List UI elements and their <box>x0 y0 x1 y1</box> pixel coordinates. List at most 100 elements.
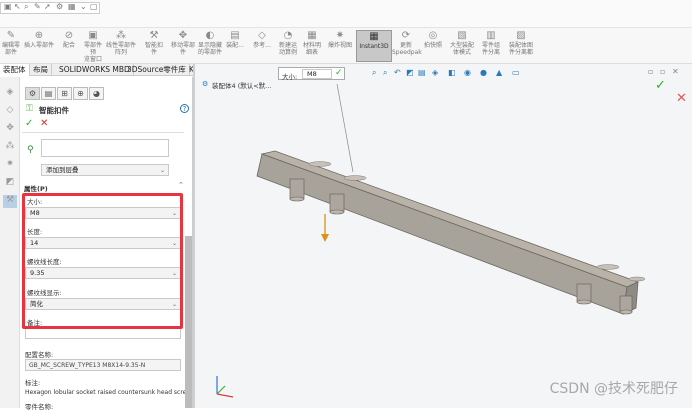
command-ribbon: ✎ 编辑零 部件 ⊕ 插入零部件 ⊘ 配合 ▣ 零部件预 览窗口 ⁂ 线性零部件阵列 ⚒ 智能扣件 ✥ 移动零… <box>0 28 692 64</box>
ribbon-button-4[interactable]: ⁂ 线性零部件阵列 <box>104 30 138 62</box>
config-field[interactable]: GB_MC_SCREW_TYPE13 M8X14-9.35-N <box>25 359 181 371</box>
pointer-icon[interactable]: ↖ <box>14 2 21 11</box>
ribbon-button-18[interactable]: ▨ 装配体图 件分离都 <box>506 30 536 62</box>
ribbon-icon: ▦ <box>369 31 379 42</box>
ribbon-button-8[interactable]: ▤ 装配... <box>222 30 248 62</box>
ok-button[interactable]: ✓ <box>25 118 33 129</box>
ribbon-button-1[interactable]: ⊕ 插入零部件 <box>22 30 56 62</box>
check-icon[interactable]: ✓ <box>335 68 343 78</box>
move-icon[interactable]: ✥ <box>3 123 17 136</box>
appearance-icon[interactable]: ● <box>480 68 487 77</box>
minimize-icon[interactable]: ▫ <box>648 67 653 76</box>
size-popup-label: 大小: <box>282 73 298 81</box>
ribbon-button-label: 零件组 <box>481 42 500 49</box>
ribbon-button-label: 装配体图 <box>508 42 533 49</box>
sketch-icon[interactable]: ✎ <box>34 2 41 11</box>
ribbon-button-12[interactable]: ✷ 爆炸视图 <box>326 30 354 62</box>
tab-layout[interactable]: 布局 <box>30 64 52 76</box>
tab-3dsource[interactable]: 3DSource零件库 <box>124 64 190 76</box>
cancel-button[interactable]: ✕ <box>40 118 48 129</box>
zoom-icon[interactable]: ⌕ <box>24 2 28 12</box>
ribbon-button-7[interactable]: ◐ 显示隐藏 的零部件 <box>198 30 222 62</box>
settings-icon[interactable]: ⚙ <box>56 2 63 11</box>
panel-title: 智能扣件 <box>39 106 69 115</box>
view-settings-icon[interactable]: ▭ <box>512 68 520 77</box>
restore-icon[interactable]: ▫ <box>660 67 665 76</box>
chevron-down-icon: ⌄ <box>159 167 165 174</box>
ribbon-button-2[interactable]: ⊘ 配合 <box>58 30 80 62</box>
close-icon[interactable]: ✕ <box>672 67 679 76</box>
ribbon-button-11[interactable]: ▦ 材料明 细表 <box>300 30 324 62</box>
feature-icon[interactable]: ◈ <box>3 87 17 100</box>
ribbon-button-5[interactable]: ⚒ 智能扣件 <box>140 30 168 62</box>
ribbon-button-0[interactable]: ✎ 编辑零 部件 <box>0 30 22 62</box>
pattern-icon[interactable]: ⁂ <box>3 141 17 154</box>
cancel-corner-icon[interactable]: ✕ <box>676 91 687 106</box>
note-input[interactable] <box>25 328 181 339</box>
graphics-viewport[interactable] <box>195 64 692 408</box>
help-icon[interactable]: ? <box>180 104 189 113</box>
ribbon-button-6[interactable]: ✥ 移动零部件 <box>170 30 196 62</box>
ribbon-icon: ▦ <box>307 30 317 41</box>
expand-icon[interactable]: ⌄ <box>80 2 87 11</box>
confirm-corner-icon[interactable]: ✓ <box>655 78 666 93</box>
ribbon-button-10[interactable]: ◔ 新建运 动算例 <box>276 30 300 62</box>
tab-property-manager[interactable]: ▤ <box>41 87 56 100</box>
scrollbar[interactable] <box>185 236 192 408</box>
ribbon-button-17[interactable]: ▥ 零件组 件分离 <box>478 30 504 62</box>
ribbon-button-label: 移动零部件 <box>170 42 195 56</box>
hide-show-icon[interactable]: ◉ <box>464 68 471 77</box>
ribbon-button-9[interactable]: ◇ 参考... <box>250 30 274 62</box>
ribbon-button-3[interactable]: ▣ 零部件预 览窗口 <box>82 30 104 63</box>
ribbon-icon: ▨ <box>516 30 526 41</box>
title-label: 标注: <box>25 379 41 387</box>
add-to-group-select[interactable]: 添加到层叠 ⌄ <box>41 164 169 176</box>
selection-box[interactable] <box>41 139 169 157</box>
ribbon-button-13[interactable]: ▦ Instant3D <box>356 30 392 62</box>
arrow-icon[interactable]: ➚ <box>44 2 51 11</box>
scene-icon[interactable]: ▲ <box>496 68 502 77</box>
ribbon-button-15[interactable]: ◎ 拍快照 <box>420 30 446 62</box>
property-manager-tabs: ⚙ ▤ ⊞ ⊕ ◕ <box>20 87 120 100</box>
explode-icon[interactable]: ✷ <box>3 159 17 172</box>
watermark: CSDN @技术死肥仔 <box>549 381 678 397</box>
size-popup-select[interactable]: M8 <box>302 69 332 79</box>
smart-fastener-icon[interactable]: ⚒ <box>3 195 17 208</box>
window-icon[interactable]: ▢ <box>90 2 98 11</box>
ribbon-icon: ✷ <box>335 30 345 41</box>
highlight-box <box>22 193 183 329</box>
tab-assembly[interactable]: 装配体 <box>0 64 30 76</box>
view-orientation-icon[interactable]: ◈ <box>432 68 438 77</box>
tab-dim-manager[interactable]: ⊕ <box>73 87 88 100</box>
ribbon-button-label: 新建运 <box>278 42 297 49</box>
lock-icon[interactable]: ▣ <box>4 2 12 11</box>
ribbon-icon: ▧ <box>457 30 467 41</box>
tab-config-manager[interactable]: ⊞ <box>57 87 72 100</box>
ribbon-button-label: 件分离 <box>481 49 500 56</box>
ribbon-button-label: 智能扣 <box>144 42 163 49</box>
ribbon-button-14[interactable]: ⟳ 更新 Speedpak <box>392 30 422 62</box>
previous-view-icon[interactable]: ↶ <box>394 68 401 77</box>
tab-feature-manager[interactable]: ⚙ <box>25 87 40 100</box>
grid-icon[interactable]: ▦ <box>68 2 76 11</box>
collapse-icon[interactable]: ⌃ <box>178 181 184 189</box>
tree-root-label[interactable]: 装配体4 (默认<默... <box>212 80 271 90</box>
section-view-icon[interactable]: ◩ <box>406 68 414 77</box>
tab-mbd[interactable]: SOLIDWORKS MBD <box>56 64 134 76</box>
zoom-area-icon[interactable]: ⌕ <box>383 68 387 78</box>
section-icon[interactable]: ◩ <box>3 177 17 190</box>
ribbon-button-label: Instant3D <box>359 43 389 50</box>
tab-display-manager[interactable]: ◕ <box>89 87 104 100</box>
dynamic-annotation-icon[interactable]: ▤ <box>418 68 426 77</box>
display-style-icon[interactable]: ◧ <box>448 68 456 77</box>
ribbon-button-label: 更新 <box>399 42 412 49</box>
mate-icon[interactable]: ◇ <box>3 105 17 118</box>
title-value: Hexagon lobular socket raised countersun… <box>25 389 185 396</box>
ribbon-button-label: 的零部件 <box>198 49 223 56</box>
more-label: 零件名称: <box>25 403 54 411</box>
ribbon-button-16[interactable]: ▧ 大型装配 体模式 <box>448 30 476 62</box>
size-popup: 大小: M8 ✓ <box>278 67 345 81</box>
zoom-fit-icon[interactable]: ⌕ <box>372 68 376 78</box>
ribbon-button-label: 件分离都 <box>508 49 533 56</box>
ribbon-button-label: 动算例 <box>278 49 297 56</box>
